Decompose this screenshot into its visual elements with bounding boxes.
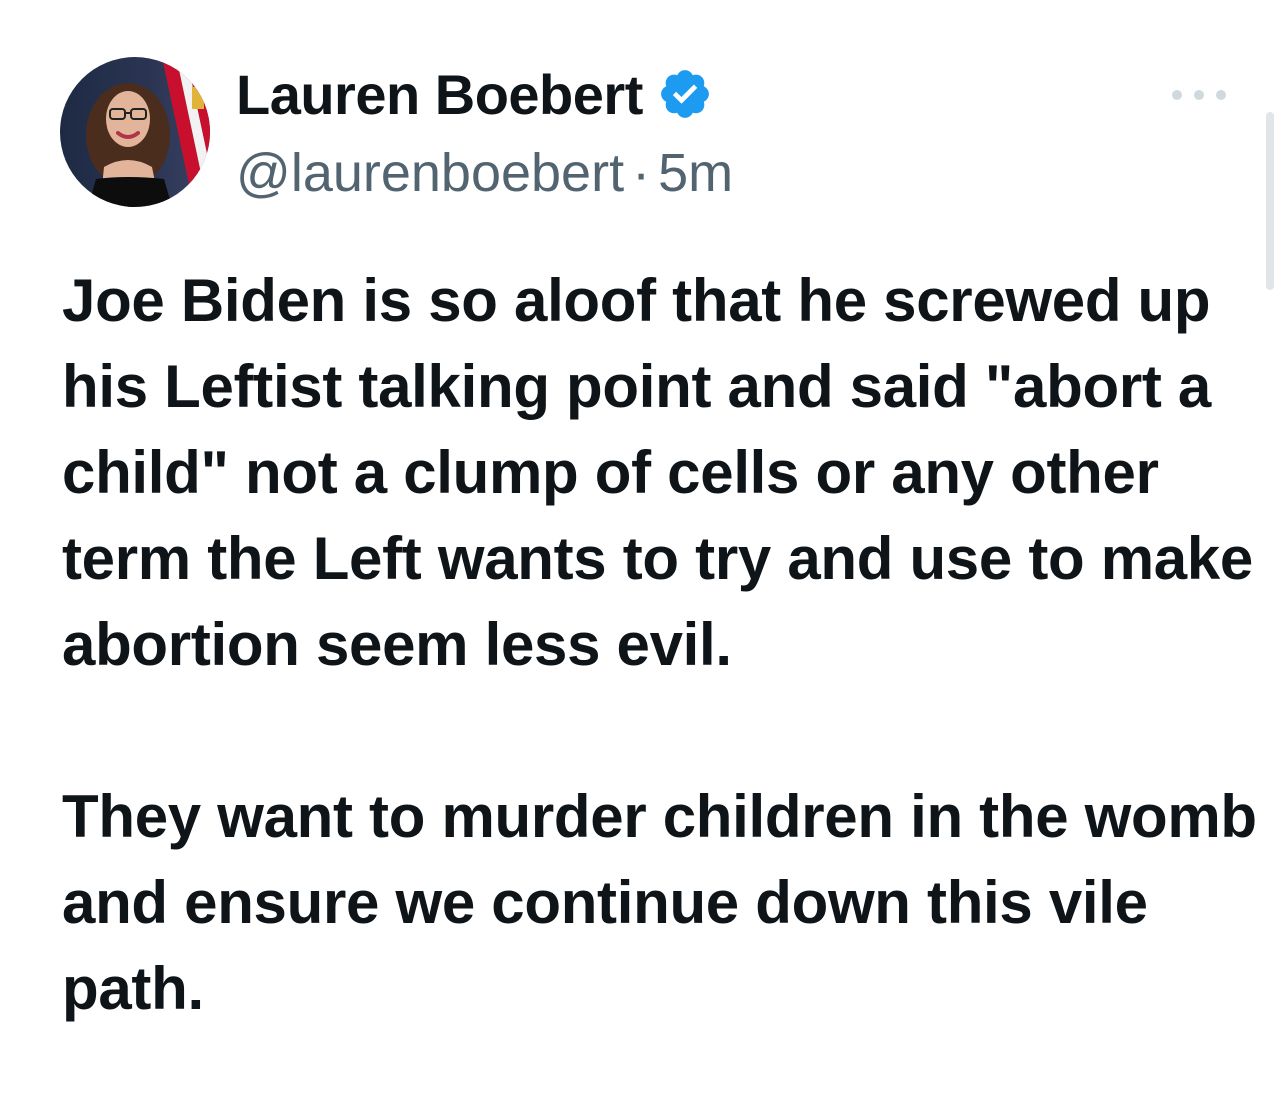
- more-options-icon[interactable]: [1172, 80, 1226, 110]
- tweet-header: Lauren Boebert @laurenboebert · 5m: [236, 60, 733, 204]
- tweet: Lauren Boebert @laurenboebert · 5m Joe B…: [0, 0, 1284, 1106]
- verified-badge-icon: [657, 66, 713, 122]
- user-handle[interactable]: @laurenboebert: [236, 142, 624, 204]
- scrollbar[interactable]: [1266, 112, 1274, 290]
- avatar[interactable]: [60, 57, 210, 207]
- name-row: Lauren Boebert: [236, 60, 733, 128]
- tweet-paragraph: They want to murder children in the womb…: [62, 783, 1257, 1022]
- separator-dot: ·: [632, 143, 651, 203]
- handle-row: @laurenboebert · 5m: [236, 142, 733, 204]
- more-dot: [1172, 90, 1182, 100]
- timestamp[interactable]: 5m: [658, 142, 733, 204]
- more-dot: [1216, 90, 1226, 100]
- tweet-paragraph: Joe Biden is so aloof that he screwed up…: [62, 267, 1253, 678]
- display-name[interactable]: Lauren Boebert: [236, 62, 643, 127]
- more-dot: [1194, 90, 1204, 100]
- tweet-text: Joe Biden is so aloof that he screwed up…: [62, 258, 1262, 1032]
